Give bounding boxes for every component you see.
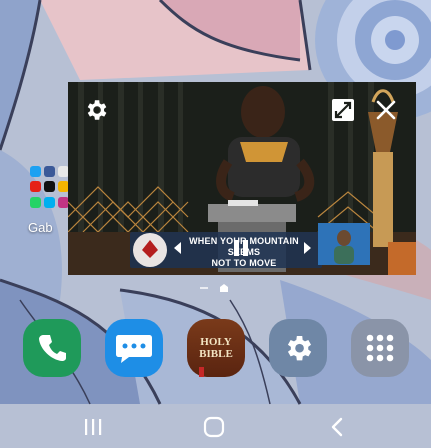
- home-button[interactable]: [199, 414, 229, 440]
- youtube-icon: [30, 181, 41, 193]
- home-icon: [203, 416, 225, 438]
- bible-title-line-1: HOLY: [200, 336, 232, 348]
- caption-line-2: NOT TO MOVE: [211, 258, 277, 268]
- phone-app-icon[interactable]: [23, 319, 81, 377]
- apps-drawer-icon[interactable]: [351, 319, 409, 377]
- grid-dots-icon: [351, 319, 409, 377]
- gear-icon: [87, 100, 107, 120]
- pip-video-window[interactable]: WHEN YOUR MOUNTAIN SEEMS NOT TO MOVE: [68, 82, 416, 275]
- expand-icon: [332, 99, 354, 121]
- navigation-bar: [0, 404, 431, 448]
- recents-button[interactable]: [78, 414, 108, 440]
- recents-icon: [85, 419, 102, 435]
- twitter-icon: [30, 166, 41, 177]
- bible-cover: HOLY BIBLE: [187, 319, 245, 377]
- bookmark-ribbon-icon: [199, 367, 204, 377]
- pip-close-button[interactable]: [373, 97, 399, 123]
- tiktok-icon: [44, 181, 55, 193]
- whatsapp-icon: [30, 196, 41, 208]
- back-button[interactable]: [322, 414, 352, 440]
- bible-title-line-2: BIBLE: [199, 348, 233, 360]
- caption-line-1: WHEN YOUR MOUNTAIN SEEMS: [189, 236, 299, 257]
- phone-icon: [23, 319, 81, 377]
- page-indicator: [200, 284, 228, 292]
- pip-expand-button[interactable]: [330, 97, 356, 123]
- messages-app-icon[interactable]: [105, 319, 163, 377]
- gear-icon: [269, 319, 327, 377]
- close-icon: [376, 100, 396, 120]
- pip-settings-button[interactable]: [82, 96, 110, 124]
- settings-app-icon[interactable]: [269, 319, 327, 377]
- video-caption: WHEN YOUR MOUNTAIN SEEMS NOT TO MOVE: [174, 236, 314, 268]
- skype-icon: [44, 196, 55, 208]
- back-icon: [331, 417, 343, 437]
- facebook-icon: [44, 166, 55, 177]
- chat-bubble-icon: [105, 319, 163, 377]
- holy-bible-app-icon[interactable]: HOLY BIBLE: [187, 319, 245, 377]
